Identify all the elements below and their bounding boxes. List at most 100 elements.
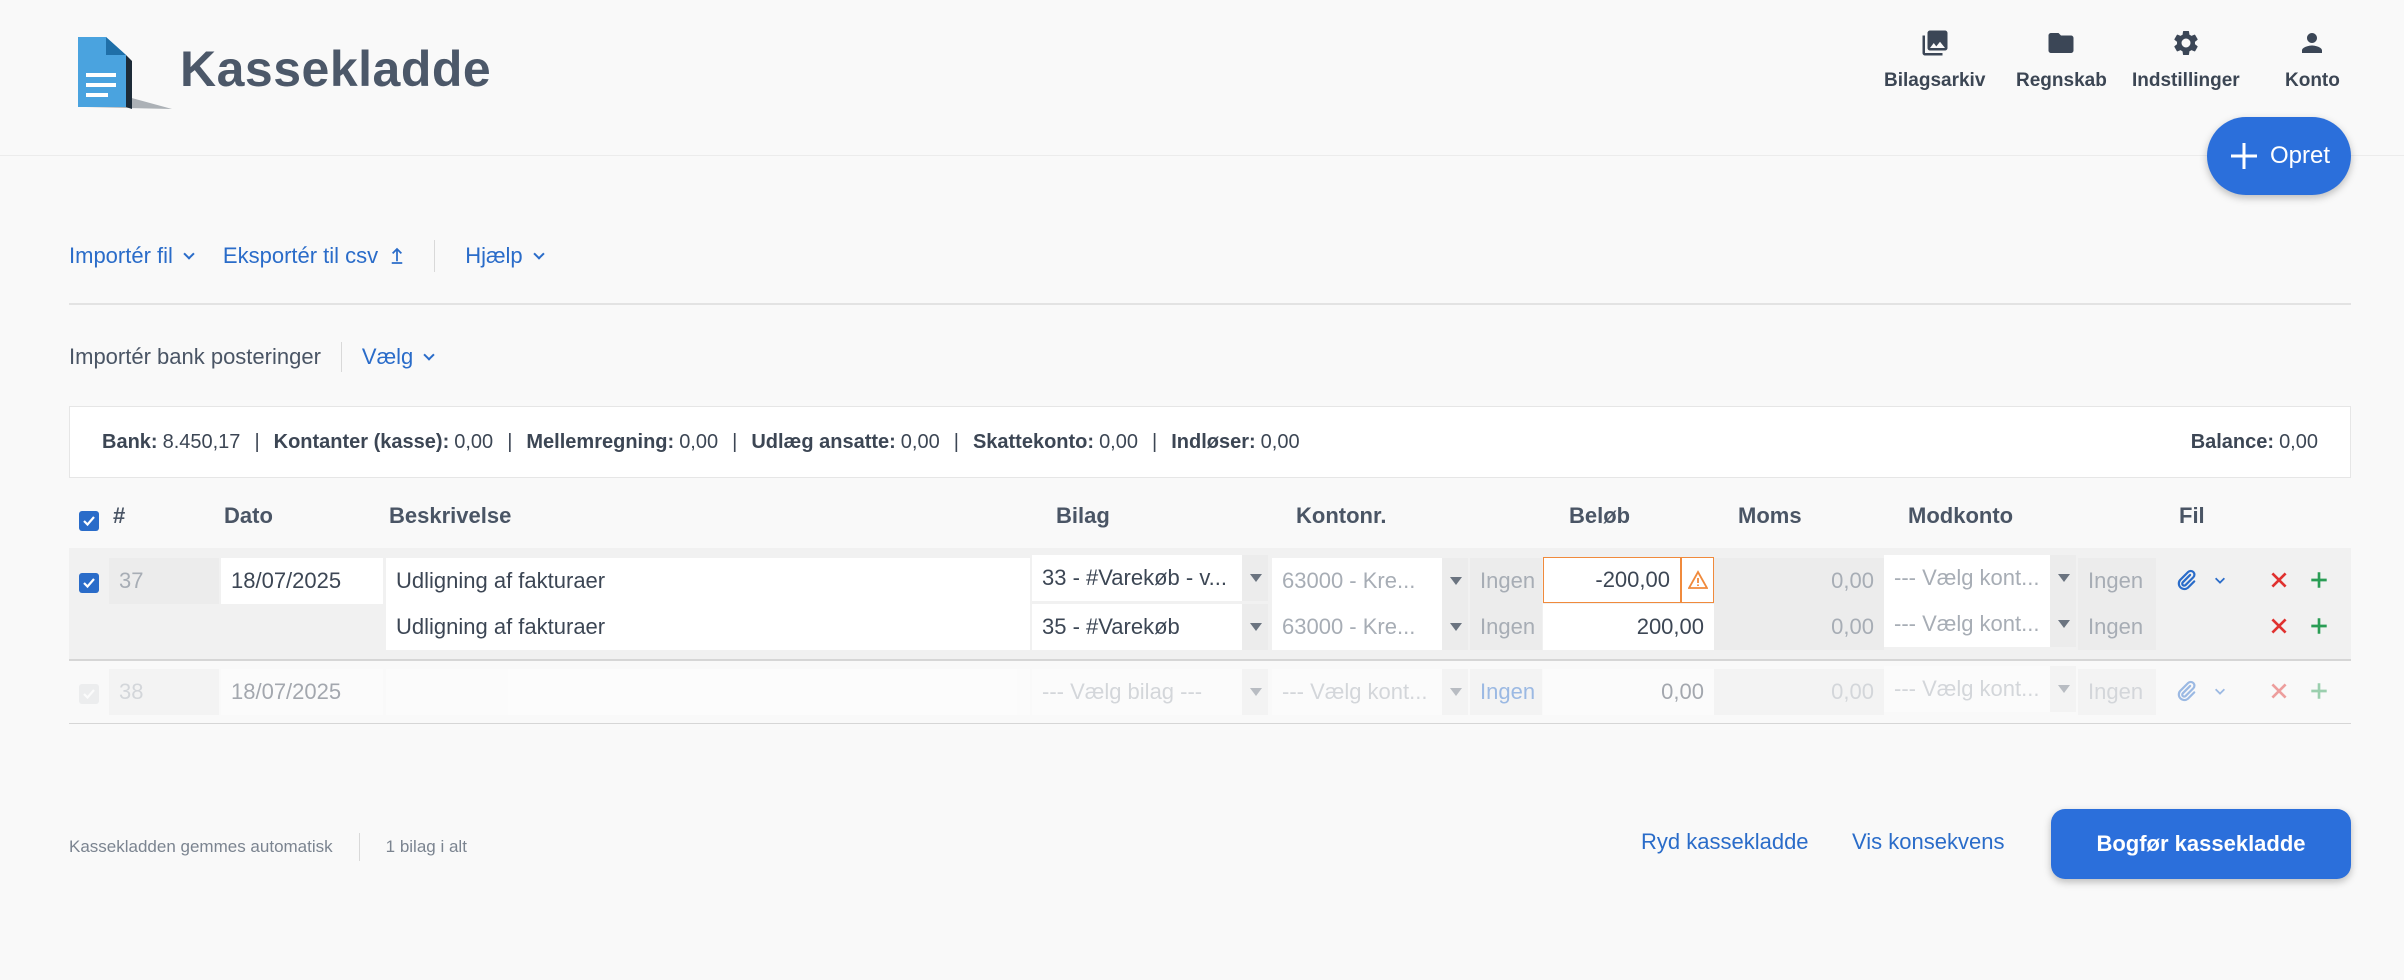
offset-dropdown-toggle[interactable] <box>2050 601 2076 647</box>
voucher-select[interactable]: 35 - #Varekøb <box>1032 604 1242 650</box>
voucher-dropdown-toggle[interactable] <box>1242 604 1268 650</box>
offset-dropdown-toggle[interactable] <box>2050 666 2076 712</box>
account-value: 63000 - Kre... <box>1282 614 1416 639</box>
account-select[interactable]: 63000 - Kre... <box>1272 604 1442 650</box>
account-value: 63000 - Kre... <box>1282 568 1416 593</box>
user-icon <box>2302 33 2323 53</box>
description-input[interactable]: Udligning af fakturaer <box>386 558 1030 604</box>
voucher-value: --- Vælg bilag --- <box>1042 679 1203 704</box>
row-checkbox[interactable] <box>79 573 99 593</box>
date-input[interactable]: 18/07/2025 <box>221 558 383 604</box>
row-divider <box>69 723 2351 724</box>
nav-indstillinger[interactable]: Indstillinger <box>2132 28 2240 92</box>
bank-value: 8.450,17 <box>162 430 241 453</box>
caret-down-icon <box>2058 574 2070 582</box>
footer-status: Kassekladden gemmes automatisk 1 bilag i… <box>69 833 467 861</box>
attach-file-button[interactable] <box>2173 678 2199 704</box>
offset-vat-select[interactable]: Ingen <box>2078 604 2156 650</box>
chevron-down-icon <box>532 247 545 260</box>
import-file-menu[interactable]: Importér fil <box>69 243 195 269</box>
import-file-label: Importér fil <box>69 243 173 268</box>
col-date: Dato <box>224 503 273 528</box>
amount-input[interactable]: 0,00 <box>1543 669 1714 715</box>
offset-account-select[interactable]: --- Vælg kont... <box>1884 555 2050 601</box>
nav-label: Konto <box>2285 70 2340 91</box>
offset-vat-select[interactable]: Ingen <box>2078 558 2156 604</box>
delete-line-button[interactable] <box>2266 613 2292 639</box>
col-amount: Beløb <box>1569 503 1631 528</box>
account-dropdown-toggle[interactable] <box>1442 604 1468 650</box>
divider <box>358 833 360 861</box>
plus-icon <box>2311 683 2327 699</box>
add-line-button[interactable] <box>2306 613 2332 639</box>
post-journal-button[interactable]: Bogfør kassekladde <box>2051 809 2351 879</box>
attach-file-button[interactable] <box>2173 567 2199 593</box>
separator: | <box>732 430 738 453</box>
bank-label: Bank: <box>102 430 158 453</box>
bank-import-choose[interactable]: Vælg <box>361 344 435 370</box>
toolbar-divider <box>69 303 2351 305</box>
close-icon <box>2271 572 2287 588</box>
help-label: Hjælp <box>465 243 523 268</box>
voucher-select[interactable]: --- Vælg bilag --- <box>1032 669 1242 715</box>
plus-icon <box>2311 572 2327 588</box>
add-line-button[interactable] <box>2306 567 2332 593</box>
col-voucher: Bilag <box>1056 503 1110 528</box>
amount-input[interactable]: 200,00 <box>1543 604 1714 650</box>
row-checkbox[interactable] <box>79 684 99 704</box>
offset-vat-select[interactable]: Ingen <box>2078 669 2156 715</box>
voucher-dropdown-toggle[interactable] <box>1242 669 1268 715</box>
voucher-dropdown-toggle[interactable] <box>1242 555 1268 601</box>
account-select[interactable]: --- Vælg kont... <box>1272 669 1442 715</box>
choose-label: Vælg <box>361 344 414 369</box>
offset-account-select[interactable]: --- Vælg kont... <box>1884 601 2050 647</box>
export-csv-button[interactable]: Eksportér til csv <box>223 243 404 269</box>
amount-input[interactable]: -200,00 <box>1543 557 1681 603</box>
nav-regnskab[interactable]: Regnskab <box>2016 28 2107 92</box>
account-dropdown-toggle[interactable] <box>1442 558 1468 604</box>
account-select[interactable]: 63000 - Kre... <box>1272 558 1442 604</box>
create-button-label: Opret <box>2269 142 2331 169</box>
account-dropdown-toggle[interactable] <box>1442 669 1468 715</box>
select-all-checkbox[interactable] <box>79 511 99 531</box>
account-value: --- Vælg kont... <box>1282 679 1428 704</box>
vat-code-select[interactable]: Ingen <box>1470 669 1542 715</box>
col-file: Fil <box>2179 503 2205 528</box>
description-input[interactable]: Udligning af fakturaer <box>386 604 1030 650</box>
delete-line-button[interactable] <box>2266 567 2292 593</box>
photo-archive-icon <box>1922 30 1948 56</box>
app-title: Kassekladde <box>180 41 492 97</box>
vat-code-select[interactable]: Ingen <box>1470 604 1542 650</box>
create-button[interactable]: Opret <box>2207 117 2351 195</box>
chevron-down-icon <box>2215 688 2225 695</box>
show-consequence-link[interactable]: Vis konsekvens <box>1852 829 2004 855</box>
offset-dropdown-toggle[interactable] <box>2050 555 2076 601</box>
offset-value: --- Vælg kont... <box>1894 676 2040 701</box>
amount-warning[interactable] <box>1681 557 1714 603</box>
vat-code-select[interactable]: Ingen <box>1470 558 1542 604</box>
nav-konto[interactable]: Konto <box>2285 28 2340 92</box>
offset-account-select[interactable]: --- Vælg kont... <box>1884 666 2050 712</box>
check-icon <box>83 578 95 589</box>
autosave-note: Kassekladden gemmes automatisk <box>69 837 333 856</box>
file-menu-toggle[interactable] <box>2207 678 2233 704</box>
close-icon <box>2271 618 2287 634</box>
voucher-count: 1 bilag i alt <box>385 837 467 856</box>
delete-line-button[interactable] <box>2266 678 2292 704</box>
nav-bilagsarkiv[interactable]: Bilagsarkiv <box>1884 28 1985 92</box>
col-vat: Moms <box>1738 503 1802 528</box>
clear-journal-link[interactable]: Ryd kassekladde <box>1641 829 1809 855</box>
add-line-button[interactable] <box>2306 678 2332 704</box>
col-account: Kontonr. <box>1296 503 1387 528</box>
date-input[interactable]: 18/07/2025 <box>221 669 383 715</box>
export-csv-label: Eksportér til csv <box>222 243 379 268</box>
description-input[interactable] <box>386 669 1030 715</box>
help-menu[interactable]: Hjælp <box>465 243 545 269</box>
separator: | <box>254 430 260 453</box>
caret-down-icon <box>1450 688 1462 696</box>
plus-icon <box>2311 618 2327 634</box>
account-summary: Bank: 8.450,17 | Kontanter (kasse): 0,00 |… <box>69 406 2351 478</box>
file-menu-toggle[interactable] <box>2207 567 2233 593</box>
voucher-select[interactable]: 33 - #Varekøb - v... <box>1032 555 1242 601</box>
caret-down-icon <box>1450 577 1462 585</box>
